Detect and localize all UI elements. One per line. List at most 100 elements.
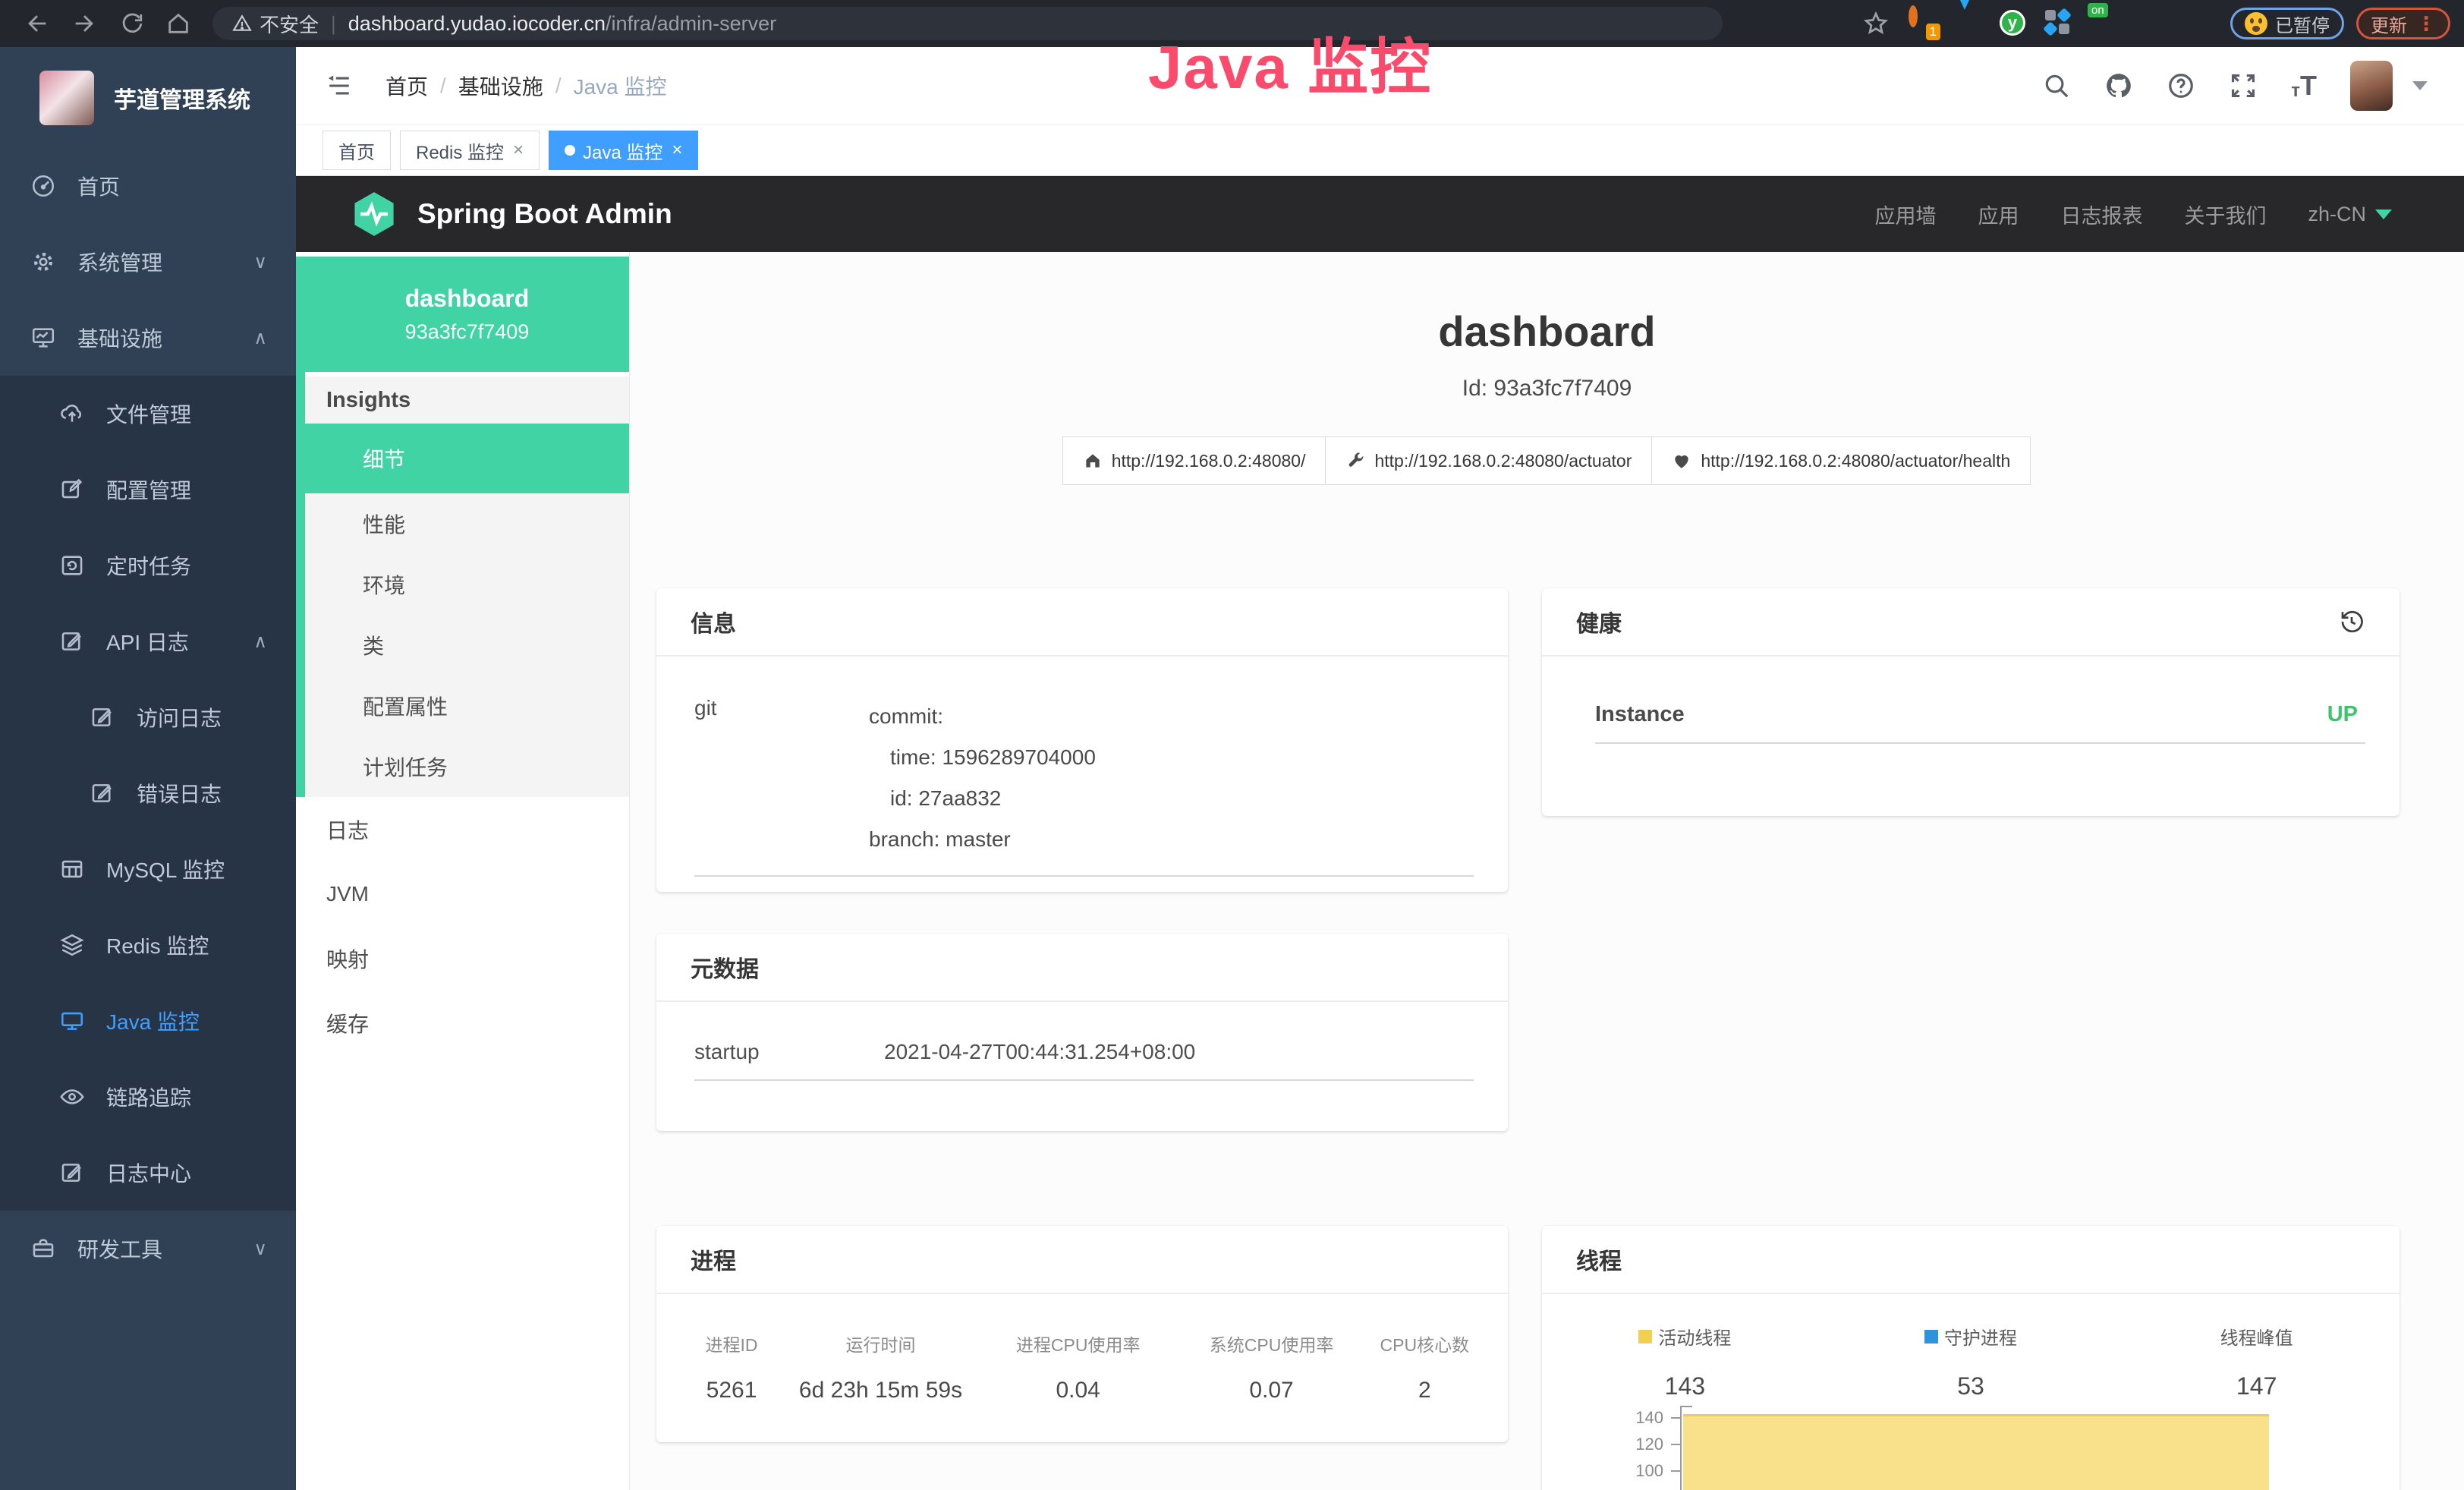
chevron-down-icon: ∨ xyxy=(253,1238,267,1260)
breadcrumb-infrastructure[interactable]: 基础设施 xyxy=(458,71,543,101)
stat-daemon-threads: 守护进程 53 xyxy=(1828,1323,2114,1400)
tab-java-monitor[interactable]: Java 监控 × xyxy=(549,131,698,170)
sidebar-item-redis-monitor[interactable]: Redis 监控 xyxy=(0,907,296,983)
breadcrumb: 首页 / 基础设施 / Java 监控 xyxy=(385,71,667,101)
process-table: 进程ID 运行时间 进程CPU使用率 系统CPU使用率 CPU核心数 5261 … xyxy=(656,1294,1508,1403)
sba-item-config-props[interactable]: 配置属性 xyxy=(305,676,629,736)
sba-nav-wallboard[interactable]: 应用墙 xyxy=(1874,200,1936,229)
close-icon[interactable]: × xyxy=(672,140,682,161)
hamburger-icon[interactable] xyxy=(325,73,354,99)
extension-updater-icon[interactable]: 1 xyxy=(1909,10,1936,37)
surprised-face-icon xyxy=(2245,12,2267,35)
breadcrumb-current: Java 监控 xyxy=(574,71,667,101)
sba-brand[interactable]: Spring Boot Admin xyxy=(417,198,672,230)
sba-nav-applications[interactable]: 应用 xyxy=(1978,200,2019,229)
sidebar-item-home[interactable]: 首页 xyxy=(0,148,296,224)
help-icon[interactable] xyxy=(2167,71,2195,100)
history-icon[interactable] xyxy=(2338,608,2365,635)
java-monitor-icon xyxy=(59,1008,85,1034)
app-logo xyxy=(39,71,94,125)
access-log-icon xyxy=(90,704,115,730)
extension-leaf-icon[interactable] xyxy=(2136,10,2163,37)
sba-instance-header[interactable]: dashboard 93a3fc7f7409 xyxy=(296,257,629,372)
forward-icon[interactable] xyxy=(71,11,97,36)
sidebar-item-error-log[interactable]: 错误日志 xyxy=(0,755,296,831)
extension-switch-icon[interactable]: on xyxy=(2091,10,2118,37)
browser-update-button[interactable]: 更新 ⋮ xyxy=(2356,8,2450,39)
sidebar-item-system[interactable]: 系统管理 ∨ xyxy=(0,224,296,300)
sba-nav-journal[interactable]: 日志报表 xyxy=(2060,200,2142,229)
tab-home[interactable]: 首页 xyxy=(323,131,391,170)
service-url-button[interactable]: http://192.168.0.2:48080/ xyxy=(1062,436,1326,485)
sba-language-select[interactable]: zh-CN xyxy=(2308,203,2392,226)
sba-sidebar: dashboard 93a3fc7f7409 Insights 细节 性能 环境… xyxy=(296,252,630,1490)
sidebar-item-infrastructure[interactable]: 基础设施 ∧ xyxy=(0,300,296,376)
search-icon[interactable] xyxy=(2042,71,2071,100)
threads-card-title: 线程 xyxy=(1576,1243,1622,1276)
sba-nav-about[interactable]: 关于我们 xyxy=(2184,200,2266,229)
extension-grid-icon[interactable] xyxy=(2045,10,2072,37)
sidebar-item-api-log[interactable]: API 日志 ∧ xyxy=(0,603,296,679)
actuator-url-button[interactable]: http://192.168.0.2:48080/actuator xyxy=(1325,436,1652,485)
sba-item-mappings[interactable]: 映射 xyxy=(296,926,629,991)
screen: 不安全 | dashboard.yudao.iocoder.cn /infra/… xyxy=(0,0,2464,1490)
sba-item-metrics[interactable]: 性能 xyxy=(305,493,629,554)
sba-item-classes[interactable]: 类 xyxy=(305,615,629,676)
col-process-cpu: 进程CPU使用率 xyxy=(977,1331,1179,1356)
sidebar-item-access-log[interactable]: 访问日志 xyxy=(0,679,296,755)
tab-redis-monitor[interactable]: Redis 监控 × xyxy=(400,131,540,170)
close-icon[interactable]: × xyxy=(513,140,524,161)
github-icon[interactable] xyxy=(2104,71,2133,100)
sidebar-item-mysql-monitor[interactable]: MySQL 监控 xyxy=(0,831,296,907)
home-browser-icon[interactable] xyxy=(165,11,191,36)
url-host[interactable]: dashboard.yudao.iocoder.cn xyxy=(348,12,606,36)
process-card: 进程 进程ID 运行时间 进程CPU使用率 系统CPU使用率 CPU核心数 52… xyxy=(656,1226,1508,1442)
startup-value: 2021-04-27T00:44:31.254+08:00 xyxy=(884,1040,1195,1064)
sba-section-insights: Insights xyxy=(305,376,629,424)
fullscreen-icon[interactable] xyxy=(2229,71,2258,100)
paused-extension-pill[interactable]: 已暂停 xyxy=(2230,8,2344,39)
sba-logo-icon[interactable] xyxy=(349,189,399,239)
sidebar-item-log-center[interactable]: 日志中心 xyxy=(0,1135,296,1211)
metadata-card: 元数据 startup 2021-04-27T00:44:31.254+08:0… xyxy=(656,934,1508,1131)
reload-icon[interactable] xyxy=(118,11,144,36)
sba-item-environment[interactable]: 环境 xyxy=(305,554,629,615)
sidebar-item-file-management[interactable]: 文件管理 xyxy=(0,376,296,452)
mysql-table-icon xyxy=(59,856,85,882)
sba-item-jvm[interactable]: JVM xyxy=(296,862,629,926)
api-log-icon xyxy=(59,628,85,654)
app-logo-row[interactable]: 芋道管理系统 xyxy=(0,47,296,148)
extension-pin-icon[interactable] xyxy=(1954,10,1981,37)
sba-item-logs[interactable]: 日志 xyxy=(296,797,629,862)
live-threads-area xyxy=(1683,1414,2269,1490)
security-label[interactable]: 不安全 xyxy=(260,10,319,38)
extensions-puzzle-icon[interactable] xyxy=(2182,10,2209,37)
sba-item-details[interactable]: 细节 xyxy=(305,424,629,493)
git-value: commit: time: 1596289704000 id: 27aa832 … xyxy=(869,696,1096,860)
url-path[interactable]: /infra/admin-server xyxy=(606,12,776,36)
browser-menu-icon[interactable]: ⋮ xyxy=(2416,12,2436,36)
col-uptime: 运行时间 xyxy=(784,1331,977,1356)
sidebar-item-tracing[interactable]: 链路追踪 xyxy=(0,1059,296,1135)
font-size-icon[interactable]: тT xyxy=(2291,70,2317,102)
breadcrumb-home[interactable]: 首页 xyxy=(385,71,428,101)
extension-y-icon[interactable]: y xyxy=(2000,10,2027,37)
bookmark-star-icon[interactable] xyxy=(1863,11,1889,36)
health-card: 健康 Instance UP xyxy=(1542,588,2399,816)
main-region: 首页 / 基础设施 / Java 监控 тT 首页 xyxy=(296,47,2464,1490)
back-icon[interactable] xyxy=(24,11,50,36)
health-url-button[interactable]: http://192.168.0.2:48080/actuator/health xyxy=(1651,436,2031,485)
warning-icon[interactable] xyxy=(232,14,252,33)
sidebar-item-dev-tools[interactable]: 研发工具 ∨ xyxy=(0,1211,296,1287)
avatar-caret-icon[interactable] xyxy=(2412,81,2428,90)
sidebar-item-config-management[interactable]: 配置管理 xyxy=(0,452,296,528)
sidebar-item-scheduled-jobs[interactable]: 定时任务 xyxy=(0,528,296,603)
avatar[interactable] xyxy=(2350,61,2393,111)
sba-item-caches[interactable]: 缓存 xyxy=(296,991,629,1055)
col-pid: 进程ID xyxy=(679,1331,784,1356)
sba-item-scheduled-tasks[interactable]: 计划任务 xyxy=(305,736,629,797)
chevron-down-icon xyxy=(2375,209,2392,219)
sidebar-item-java-monitor[interactable]: Java 监控 xyxy=(0,983,296,1059)
startup-row: startup 2021-04-27T00:44:31.254+08:00 xyxy=(656,1002,1508,1064)
wrench-icon xyxy=(1345,451,1365,471)
